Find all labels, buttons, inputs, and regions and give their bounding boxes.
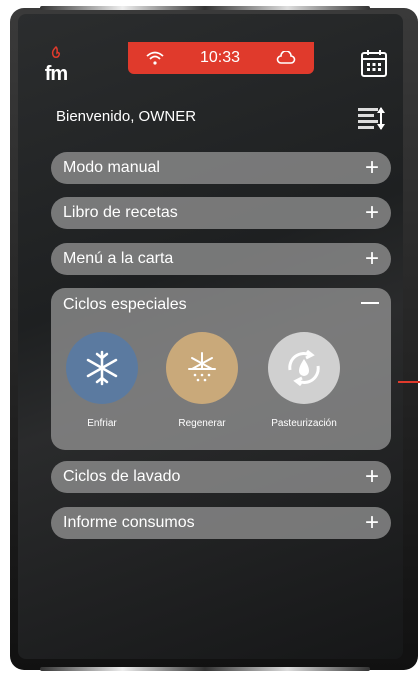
menu-item-label: Menú a la carta (63, 250, 174, 267)
minus-icon[interactable] (361, 302, 379, 304)
brand-logo: fm (38, 45, 74, 88)
cycle-label: Regenerar (178, 418, 226, 429)
logo-text: fm (44, 63, 68, 85)
cycle-pasteurizacion[interactable]: Pasteurización (259, 332, 349, 429)
snowflake-icon (66, 332, 138, 404)
panel-title[interactable]: Ciclos especiales (63, 296, 187, 314)
sort-filter-icon[interactable] (356, 104, 386, 132)
plus-icon: + (364, 154, 379, 181)
menu-item-libro-recetas[interactable]: Libro de recetas + (51, 197, 391, 229)
flame-icon (51, 45, 60, 58)
red-indicator-line (398, 381, 420, 383)
plus-icon: + (364, 245, 379, 272)
menu-item-label: Informe consumos (63, 514, 195, 531)
wifi-icon (146, 51, 164, 65)
menu-item-ciclos-lavado[interactable]: Ciclos de lavado + (51, 461, 391, 493)
plus-icon: + (364, 199, 379, 226)
cloud-icon (276, 51, 296, 64)
menu-item-modo-manual[interactable]: Modo manual + (51, 152, 391, 184)
plus-icon: + (364, 509, 379, 536)
welcome-text: Bienvenido, OWNER (56, 108, 197, 125)
menu-item-label: Modo manual (63, 159, 160, 176)
menu-item-label: Ciclos de lavado (63, 468, 181, 485)
cycle-label: Enfriar (87, 418, 117, 429)
menu-item-menu-carta[interactable]: Menú a la carta + (51, 243, 391, 275)
calendar-icon[interactable] (360, 48, 388, 78)
menu-item-informe-consumos[interactable]: Informe consumos + (51, 507, 391, 539)
status-bar: 10:33 (128, 42, 314, 74)
cycle-enfriar[interactable]: Enfriar (57, 332, 147, 429)
bezel-top (40, 6, 370, 10)
bezel-bottom (40, 667, 370, 671)
clock-time: 10:33 (199, 49, 241, 66)
plus-icon: + (364, 463, 379, 490)
cycle-label: Pasteurización (271, 418, 337, 429)
panel-ciclos-especiales: Ciclos especiales Enfriar Regenerar Past… (51, 288, 391, 450)
cycle-regenerar[interactable]: Regenerar (157, 332, 247, 429)
pasteurization-icon (268, 332, 340, 404)
regenerate-icon (166, 332, 238, 404)
menu-item-label: Libro de recetas (63, 204, 178, 221)
